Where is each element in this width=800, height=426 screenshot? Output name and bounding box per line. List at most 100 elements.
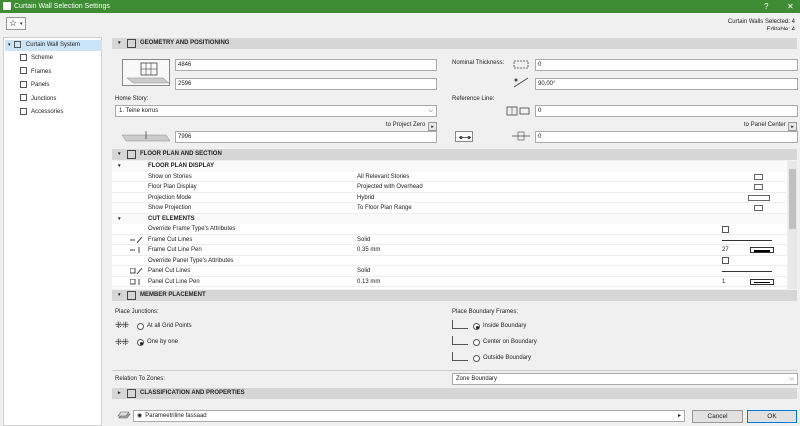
project-zero-toggle[interactable]: ▸ bbox=[428, 122, 437, 131]
arrow-right-icon: ▸ bbox=[431, 124, 434, 130]
table-row[interactable]: Frame Cut Line Pen 0.35 mm 27 bbox=[112, 245, 787, 256]
tree-item-panels[interactable]: Panels bbox=[20, 80, 49, 91]
flip-icon bbox=[459, 136, 471, 139]
selection-info: Curtain Walls Selected: 4 Editable: 4 bbox=[728, 18, 795, 30]
group-floor-plan-display[interactable]: ▾ FLOOR PLAN DISPLAY bbox=[112, 161, 787, 172]
thickness-field[interactable]: 0 bbox=[535, 59, 798, 71]
selected-count: Curtain Walls Selected: 4 bbox=[727, 19, 795, 25]
show-projection-icon bbox=[754, 205, 763, 211]
section-floorplan-header[interactable]: ▾ FLOOR PLAN AND SECTION bbox=[112, 149, 797, 160]
angle-icon bbox=[510, 77, 532, 88]
window-title: Curtain Wall Selection Settings bbox=[14, 3, 110, 10]
geometry-icon bbox=[127, 39, 136, 48]
table-row[interactable]: Override Panel Type's Attributes bbox=[112, 255, 787, 266]
boundary-center-radio[interactable] bbox=[473, 339, 480, 346]
help-button[interactable]: ? bbox=[764, 2, 768, 11]
zones-select[interactable]: Zone Boundary ⌵ bbox=[452, 373, 798, 385]
expand-icon[interactable]: ▾ bbox=[8, 42, 11, 48]
close-button[interactable]: ✕ bbox=[787, 2, 794, 11]
ok-button[interactable]: OK bbox=[747, 410, 797, 423]
arrow-right-icon: ▸ bbox=[677, 413, 681, 419]
collapse-icon: ▾ bbox=[118, 163, 121, 169]
line-type-preview bbox=[722, 271, 772, 272]
override-panel-checkbox[interactable] bbox=[722, 257, 729, 264]
inside-boundary-icon bbox=[452, 320, 468, 329]
tree-label: Curtain Wall System bbox=[25, 42, 80, 48]
section-geometry-header[interactable]: ▾ GEOMETRY AND POSITIONING bbox=[112, 38, 797, 49]
to-panel-center-label: to Panel Center bbox=[744, 122, 786, 128]
boundary-option-label: Center on Boundary bbox=[483, 339, 537, 345]
group-cut-elements[interactable]: ▾ CUT ELEMENTS bbox=[112, 213, 787, 224]
tree-item-scheme[interactable]: Scheme bbox=[20, 53, 53, 64]
panel-offset-field[interactable]: 0 bbox=[535, 131, 798, 143]
junction-one-by-one-radio[interactable] bbox=[137, 339, 144, 346]
pen-preview[interactable] bbox=[750, 247, 774, 253]
junction-all-grid-radio[interactable] bbox=[137, 323, 144, 330]
center-boundary-icon bbox=[452, 336, 468, 345]
layer-icon bbox=[117, 411, 131, 421]
reference-line-field[interactable]: 0 bbox=[535, 105, 798, 117]
table-row[interactable]: Projection Mode Hybrid bbox=[112, 192, 787, 203]
table-row[interactable]: Frame Cut Lines Solid bbox=[112, 234, 787, 245]
scrollbar-thumb[interactable] bbox=[789, 169, 796, 229]
eye-icon: ◉ bbox=[137, 413, 143, 419]
boundary-inside-radio[interactable] bbox=[473, 323, 480, 330]
to-project-zero-label: to Project Zero bbox=[386, 122, 426, 128]
table-row[interactable]: Override Frame Type's Attributes bbox=[112, 224, 787, 235]
pen-preview[interactable] bbox=[750, 278, 774, 285]
cancel-button[interactable]: Cancel bbox=[692, 410, 743, 423]
home-story-select[interactable]: 1. Teine korrus ⌵ bbox=[115, 105, 437, 117]
section-member-placement-header[interactable]: ▾ MEMBER PLACEMENT bbox=[112, 290, 797, 301]
table-row[interactable]: Show Projection To Floor Plan Range bbox=[112, 203, 787, 214]
curtain-wall-grid-icon bbox=[126, 62, 170, 84]
editable-count: Editable: 4 bbox=[766, 27, 795, 30]
table-row[interactable]: Panel Cut Lines Solid bbox=[112, 266, 787, 277]
panel-center-toggle[interactable]: ▸ bbox=[788, 122, 797, 131]
floorplan-list: ▾ FLOOR PLAN DISPLAY Show on Stories All … bbox=[112, 161, 787, 289]
tree-item-frames[interactable]: Frames bbox=[20, 67, 51, 78]
story-offset-field[interactable]: 7996 bbox=[175, 131, 437, 143]
flip-side-button[interactable] bbox=[455, 131, 473, 142]
list-scrollbar[interactable] bbox=[788, 161, 797, 289]
title-bar: Curtain Wall Selection Settings ? ✕ bbox=[0, 0, 800, 13]
line-type-preview bbox=[722, 239, 772, 241]
collapse-icon: ▾ bbox=[118, 151, 121, 157]
arrow-right-icon: ▸ bbox=[791, 124, 794, 130]
layer-select[interactable]: ◉ Parameetriline fassaad ▸ bbox=[133, 410, 685, 422]
accessories-icon bbox=[20, 107, 27, 115]
boundary-option-label: Outside Boundary bbox=[483, 355, 532, 361]
collapse-icon: ▾ bbox=[118, 215, 121, 222]
boundary-option-label: Inside Boundary bbox=[483, 323, 527, 329]
width-field[interactable]: 4846 bbox=[175, 59, 437, 71]
panel-cut-lines-icon bbox=[129, 267, 143, 275]
place-junctions-label: Place Junctions: bbox=[115, 309, 159, 315]
frame-pen-icon bbox=[130, 247, 142, 253]
table-row[interactable]: Show on Stories All Relevant Stories bbox=[112, 171, 787, 182]
table-row[interactable]: Floor Plan Display Projected with Overhe… bbox=[112, 182, 787, 193]
home-story-label: Home Story: bbox=[115, 96, 149, 102]
section-classification-header[interactable]: ▸ CLASSIFICATION AND PROPERTIES bbox=[112, 388, 797, 399]
offset-floor-icon bbox=[121, 131, 171, 142]
tree-item-junctions[interactable]: Junctions bbox=[20, 94, 56, 105]
app-icon bbox=[3, 2, 11, 10]
chevron-down-icon: ⌵ bbox=[428, 108, 433, 114]
collapse-icon: ▾ bbox=[118, 40, 121, 46]
collapse-icon: ▾ bbox=[118, 292, 121, 298]
table-row[interactable]: Panel Cut Line Pen 0.13 mm 1 bbox=[112, 276, 787, 287]
reference-line-icon bbox=[505, 105, 531, 117]
stories-icon bbox=[754, 173, 763, 180]
angle-field[interactable]: 90,00° bbox=[535, 78, 798, 90]
height-field[interactable]: 2596 bbox=[175, 78, 437, 90]
panel-offset-icon bbox=[510, 131, 532, 142]
thickness-icon bbox=[510, 59, 532, 70]
reference-line-label: Reference Line: bbox=[452, 96, 495, 102]
override-frame-checkbox[interactable] bbox=[722, 225, 729, 233]
tree-item-accessories[interactable]: Accessories bbox=[20, 107, 63, 118]
boundary-outside-radio[interactable] bbox=[473, 355, 480, 362]
member-placement-icon bbox=[127, 291, 136, 300]
junction-option-label: At all Grid Points bbox=[147, 323, 192, 329]
tree-item-curtain-wall-system[interactable]: ▾ Curtain Wall System bbox=[5, 40, 102, 51]
favorites-button[interactable]: ☆ ▾ bbox=[6, 17, 26, 30]
frames-icon bbox=[20, 67, 27, 75]
story-offset-icon bbox=[121, 131, 171, 145]
